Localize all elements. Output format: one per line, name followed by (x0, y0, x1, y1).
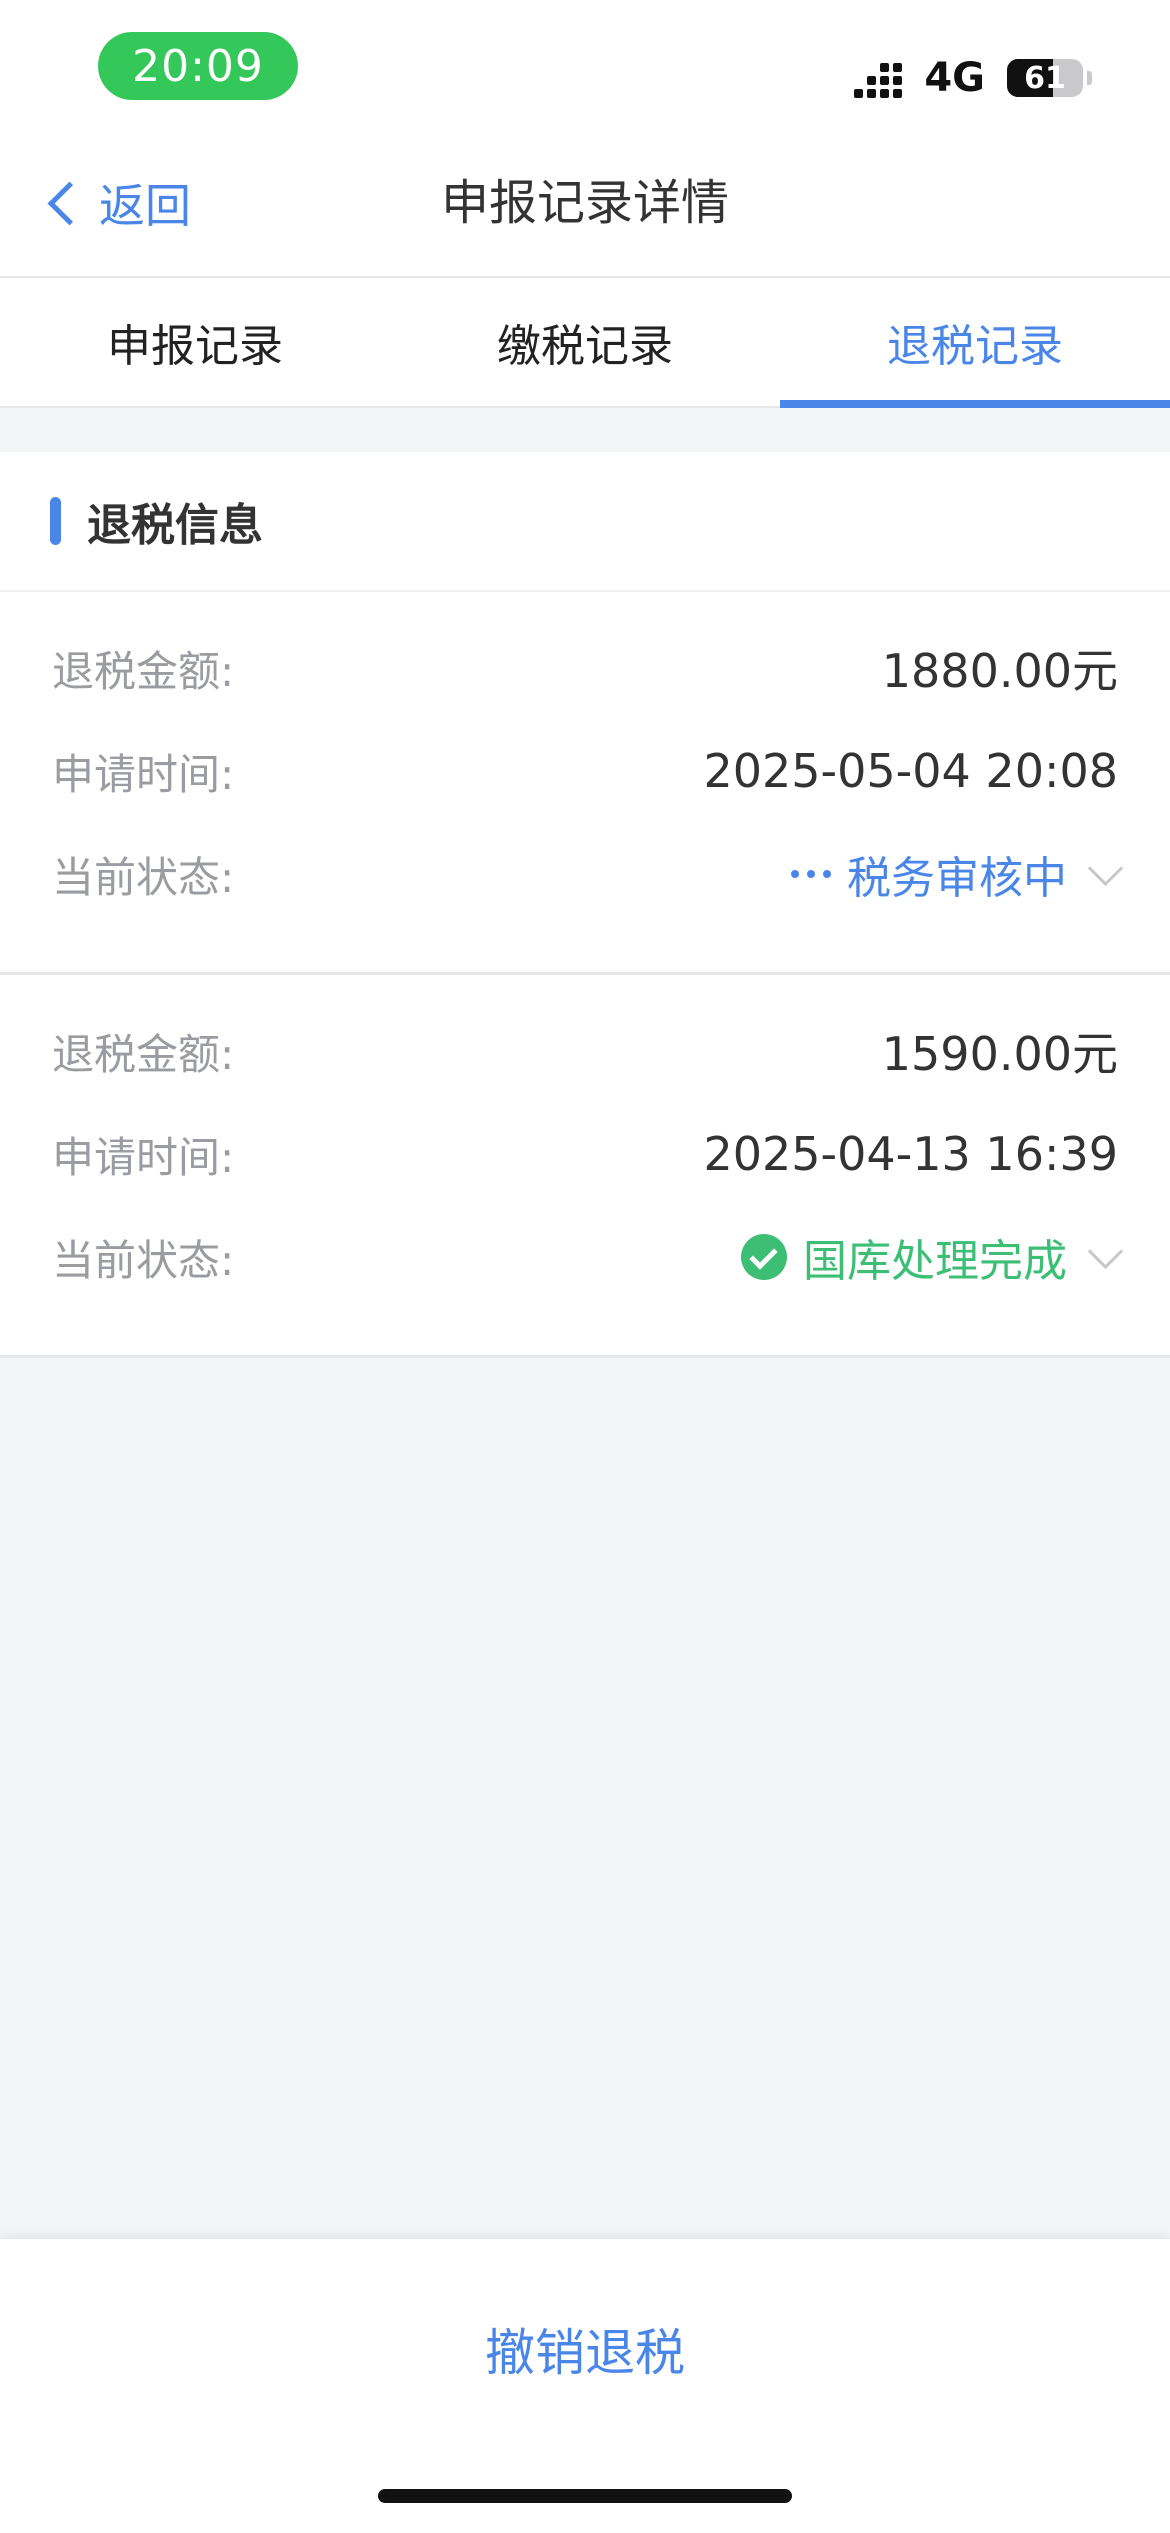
battery-icon: 61 (1007, 59, 1083, 97)
home-indicator[interactable] (378, 2489, 792, 2503)
tab-declaration-records[interactable]: 申报记录 (0, 278, 390, 406)
battery-tip-icon (1087, 71, 1092, 85)
amount-value: 1590.00元 (881, 1027, 1118, 1081)
status-toggle[interactable]: 国库处理完成 (741, 1225, 1124, 1289)
status-label: 当前状态: (52, 852, 235, 902)
status-toggle[interactable]: 税务审核中 (791, 842, 1124, 906)
chevron-down-icon (1087, 1233, 1124, 1269)
time-value: 2025-04-13 16:39 (703, 1127, 1118, 1181)
status-value: 国库处理完成 (803, 1236, 1067, 1287)
network-type: 4G (924, 55, 985, 101)
status-row: 当前状态: 税务审核中 (52, 842, 1124, 906)
tab-bar: 申报记录 缴税记录 退税记录 (0, 278, 1170, 408)
back-label: 返回 (99, 179, 191, 233)
bottom-action-bar: 撤销退税 (0, 2238, 1170, 2533)
tab-label: 缴税记录 (497, 321, 673, 372)
refund-info-section: 退税信息 退税金额: 1880.00元 申请时间: 2025-05-04 20:… (0, 452, 1170, 1358)
active-tab-indicator (780, 400, 1170, 408)
time-row: 申请时间: 2025-04-13 16:39 (52, 1124, 1118, 1184)
back-button[interactable]: 返回 (46, 168, 191, 238)
cancel-refund-button[interactable]: 撤销退税 (0, 2299, 1170, 2399)
status-indicators: 4G 61 (854, 50, 1092, 106)
nav-bar: 申报记录详情 返回 (0, 130, 1170, 278)
check-circle-icon (741, 1234, 787, 1280)
amount-row: 退税金额: 1590.00元 (52, 1021, 1118, 1081)
in-progress-dots-icon (791, 870, 831, 878)
section-title: 退税信息 (87, 500, 263, 551)
section-accent-bar (50, 497, 61, 545)
signal-icon (854, 58, 903, 98)
status-value: 税务审核中 (847, 853, 1067, 904)
amount-label: 退税金额: (52, 646, 235, 696)
status-label: 当前状态: (52, 1235, 235, 1285)
section-header: 退税信息 (0, 452, 1170, 592)
tab-refund-records[interactable]: 退税记录 (780, 278, 1170, 408)
battery-percent: 61 (1024, 60, 1066, 96)
chevron-down-icon (1087, 850, 1124, 886)
time-row: 申请时间: 2025-05-04 20:08 (52, 741, 1118, 801)
time-label: 申请时间: (52, 749, 235, 799)
refund-record: 退税金额: 1590.00元 申请时间: 2025-04-13 16:39 当前… (0, 975, 1170, 1358)
amount-value: 1880.00元 (881, 644, 1118, 698)
refund-record: 退税金额: 1880.00元 申请时间: 2025-05-04 20:08 当前… (0, 592, 1170, 975)
time-value: 2025-05-04 20:08 (703, 744, 1118, 798)
status-time: 20:09 (98, 32, 298, 100)
chevron-left-icon (47, 181, 92, 225)
tab-label: 退税记录 (887, 321, 1063, 372)
tab-label: 申报记录 (107, 321, 283, 372)
time-label: 申请时间: (52, 1132, 235, 1182)
amount-label: 退税金额: (52, 1029, 235, 1079)
tab-payment-records[interactable]: 缴税记录 (390, 278, 780, 406)
status-bar: 20:09 4G 61 (0, 0, 1170, 130)
amount-row: 退税金额: 1880.00元 (52, 638, 1118, 698)
status-row: 当前状态: 国库处理完成 (52, 1225, 1124, 1289)
